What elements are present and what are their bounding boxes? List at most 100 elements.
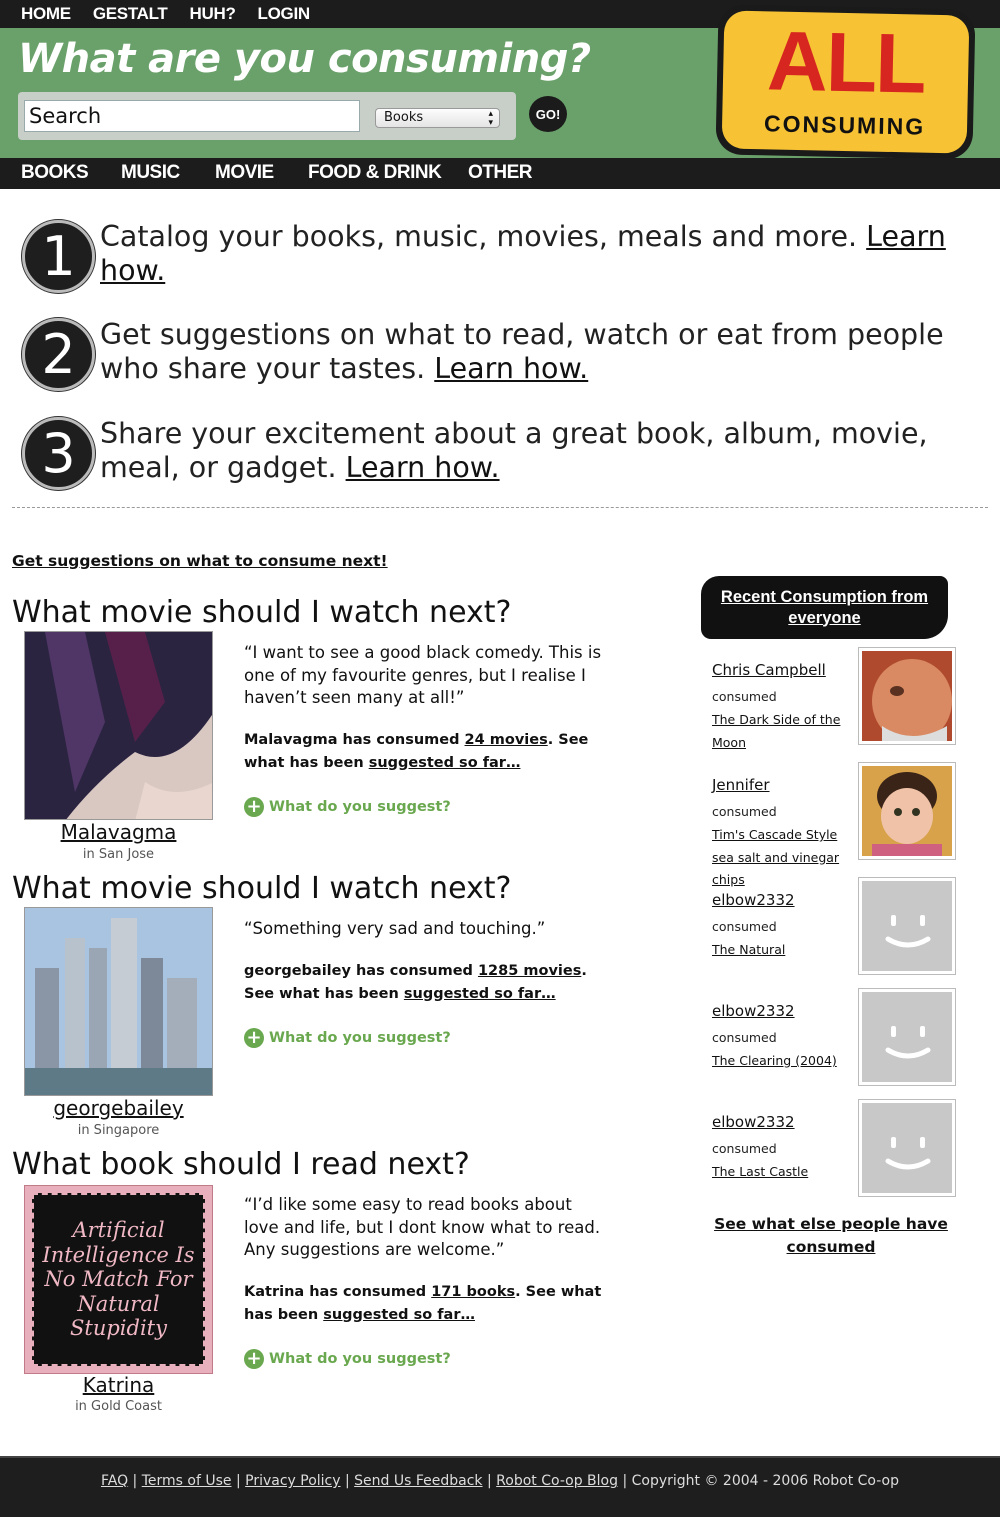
feed-object-link[interactable]: The Last Castle (712, 1161, 860, 1184)
step-text: Catalog your books, music, movies, meals… (100, 220, 946, 287)
nav-books[interactable]: BOOKS (21, 162, 89, 184)
user-photo[interactable]: Artificial Intelligence Is No Match For … (24, 1185, 213, 1374)
request-title: What book should I read next? (12, 1147, 470, 1182)
feed-verb: consumed (712, 1141, 777, 1156)
feed-avatar[interactable] (858, 877, 956, 975)
step-number-badge: 2 (22, 318, 95, 391)
nav-other[interactable]: OTHER (468, 162, 533, 184)
footer-copyright: Copyright © 2004 - 2006 Robot Co-op (631, 1473, 900, 1489)
footer-links: FAQ | Terms of Use | Privacy Policy | Se… (100, 1473, 900, 1489)
nav-login[interactable]: LOGIN (258, 4, 311, 24)
search-form: Books ▴▾ (18, 92, 516, 140)
feed-item: Jennifer consumed Tim's Cascade Style se… (712, 762, 957, 887)
request-card: What movie should I watch next? Malavagm… (12, 595, 662, 865)
user-photo-text: Artificial Intelligence Is No Match For … (32, 1193, 205, 1366)
request-username[interactable]: Katrina (24, 1373, 213, 1397)
step-number-badge: 1 (22, 220, 95, 293)
request-quote: “Something very sad and touching.” (244, 919, 546, 938)
go-button[interactable]: GO! (529, 96, 567, 132)
feed-verb: consumed (712, 1030, 777, 1045)
step-2: 2 Get suggestions on what to read, watch… (22, 318, 972, 398)
see-more-link[interactable]: See what else people have consumed (712, 1213, 950, 1258)
nav-home[interactable]: HOME (21, 4, 71, 24)
feed-verb: consumed (712, 919, 777, 934)
feed-verb: consumed (712, 804, 777, 819)
request-card: What movie should I watch next? georgeba… (12, 871, 662, 1141)
request-stats: Malavagma has consumed 24 movies. See wh… (244, 732, 589, 771)
feed-avatar[interactable] (858, 762, 956, 860)
site-logo[interactable]: ALL CONSUMING (715, 4, 976, 160)
request-username[interactable]: georgebailey (24, 1096, 213, 1120)
smiley-icon (862, 881, 952, 971)
logo-text-consuming: CONSUMING (763, 110, 926, 140)
consumed-count-link[interactable]: 171 books (431, 1284, 515, 1300)
footer-blog-link[interactable]: Robot Co-op Blog (496, 1473, 618, 1489)
step-1: 1 Catalog your books, music, movies, mea… (22, 220, 972, 300)
suggest-button[interactable]: + What do you suggest? (244, 797, 451, 817)
feed-username[interactable]: elbow2332 (712, 891, 795, 909)
nav-gestalt[interactable]: GESTALT (93, 4, 168, 24)
footer: FAQ | Terms of Use | Privacy Policy | Se… (0, 1456, 1000, 1517)
request-title: What movie should I watch next? (12, 595, 512, 630)
request-location: in Singapore (77, 1123, 160, 1138)
learn-how-link[interactable]: Learn how. (434, 352, 588, 385)
get-suggestions-link[interactable]: Get suggestions on what to consume next! (12, 552, 388, 570)
suggested-so-far-link[interactable]: suggested so far… (369, 755, 521, 771)
feed-item: elbow2332 consumed The Last Castle (712, 1099, 957, 1213)
footer-terms-link[interactable]: Terms of Use (142, 1473, 232, 1489)
suggested-so-far-link[interactable]: suggested so far… (404, 986, 556, 1002)
feed-item: Chris Campbell consumed The Dark Side of… (712, 647, 957, 761)
recent-consumption-title: Recent Consumption from everyone (720, 587, 929, 627)
request-quote: “I want to see a good black comedy. This… (244, 643, 602, 707)
feed-username[interactable]: Chris Campbell (712, 661, 826, 679)
select-arrows-icon: ▴ ▾ (488, 109, 493, 128)
feed-avatar[interactable] (858, 647, 956, 745)
logo-text-all: ALL (766, 13, 926, 111)
nav-music[interactable]: MUSIC (121, 162, 180, 184)
step-3: 3 Share your excitement about a great bo… (22, 417, 972, 497)
nav-huh[interactable]: HUH? (190, 4, 236, 24)
request-stats: georgebailey has consumed 1285 movies. S… (244, 963, 587, 1002)
learn-how-link[interactable]: Learn how. (346, 451, 500, 484)
step-text: Share your excitement about a great book… (100, 417, 928, 484)
feed-item: elbow2332 consumed The Clearing (2004) (712, 988, 957, 1102)
tagline: What are you consuming? (18, 36, 591, 82)
nav-food-drink[interactable]: FOOD & DRINK (308, 162, 442, 184)
footer-privacy-link[interactable]: Privacy Policy (245, 1473, 340, 1489)
user-photo[interactable] (24, 631, 213, 820)
feed-object-link[interactable]: The Dark Side of the Moon (712, 709, 860, 754)
feed-username[interactable]: elbow2332 (712, 1113, 795, 1131)
suggest-button[interactable]: + What do you suggest? (244, 1028, 451, 1048)
request-username[interactable]: Malavagma (24, 820, 213, 844)
feed-username[interactable]: elbow2332 (712, 1002, 795, 1020)
footer-faq-link[interactable]: FAQ (101, 1473, 128, 1489)
suggested-so-far-link[interactable]: suggested so far… (323, 1307, 475, 1323)
smiley-icon (862, 1103, 952, 1193)
feed-username[interactable]: Jennifer (712, 776, 770, 794)
recent-consumption-header[interactable]: Recent Consumption from everyone (701, 576, 948, 639)
feed-object-link[interactable]: Tim's Cascade Style sea salt and vinegar… (712, 824, 860, 892)
suggest-button[interactable]: + What do you suggest? (244, 1349, 451, 1369)
request-location: in Gold Coast (75, 1399, 162, 1414)
nav-movie[interactable]: MOVIE (215, 162, 274, 184)
user-photo[interactable] (24, 907, 213, 1096)
feed-avatar[interactable] (858, 1099, 956, 1197)
feed-avatar[interactable] (858, 988, 956, 1086)
request-stats: Katrina has consumed 171 books. See what… (244, 1284, 602, 1323)
category-select[interactable]: Books ▴ ▾ (375, 108, 500, 128)
footer-feedback-link[interactable]: Send Us Feedback (354, 1473, 482, 1489)
request-location: in San Jose (82, 847, 155, 862)
plus-icon: + (244, 1349, 264, 1369)
consumed-count-link[interactable]: 1285 movies (478, 963, 581, 979)
plus-icon: + (244, 797, 264, 817)
consumed-count-link[interactable]: 24 movies (465, 732, 548, 748)
top-nav: HOME GESTALT HUH? LOGIN (0, 0, 310, 28)
feed-object-link[interactable]: The Natural (712, 939, 860, 962)
feed-object-link[interactable]: The Clearing (2004) (712, 1050, 860, 1073)
request-title: What movie should I watch next? (12, 871, 512, 906)
category-select-value: Books (384, 110, 424, 125)
search-input[interactable] (24, 100, 360, 132)
step-text: Get suggestions on what to read, watch o… (100, 318, 944, 385)
plus-icon: + (244, 1028, 264, 1048)
section-divider (12, 507, 988, 508)
